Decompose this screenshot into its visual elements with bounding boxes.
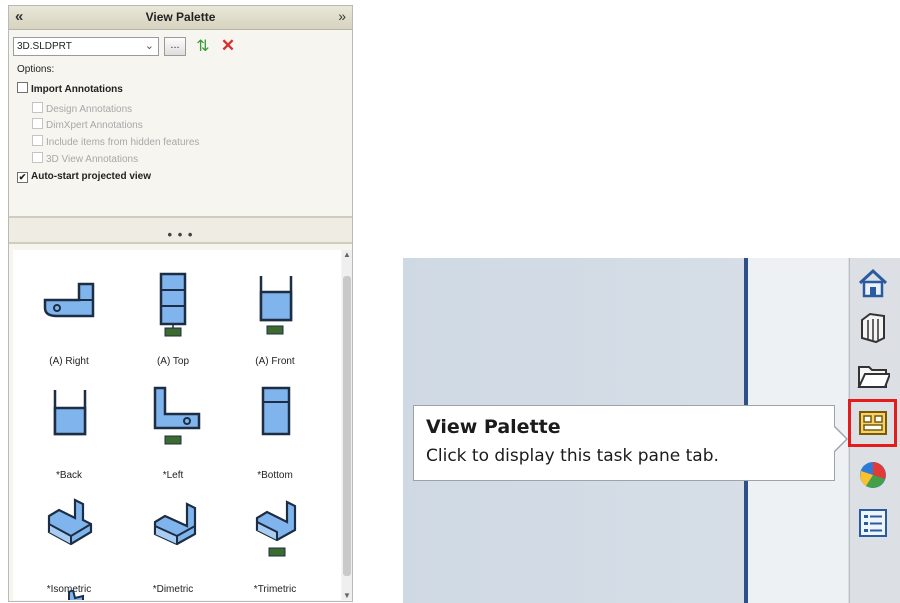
view-item-trimetric[interactable]: *Trimetric <box>225 498 325 598</box>
tooltip-title: View Palette <box>426 416 561 438</box>
view-label: (A) Top <box>156 356 190 367</box>
view-item-partial[interactable] <box>61 586 101 600</box>
view-palette-list: (A) Right (A) Top (A) Front *Back *Left … <box>13 250 341 600</box>
clear-all-icon[interactable]: ✕ <box>219 36 237 56</box>
scroll-down-icon[interactable]: ▼ <box>342 591 352 600</box>
panel-title: View Palette <box>145 10 216 24</box>
auto-start-projected-view-checkbox[interactable]: ✔ Auto-start projected view <box>17 171 151 183</box>
top-view-icon <box>159 272 187 337</box>
checkbox-box <box>32 135 43 146</box>
view-label: *Bottom <box>257 470 293 481</box>
checkbox-label: Import Annotations <box>31 84 123 95</box>
pin-icon[interactable]: » <box>338 8 346 24</box>
design-library-icon <box>861 312 885 344</box>
task-pane-screenshot: View Palette Click to display this task … <box>403 258 900 603</box>
bottom-view-icon <box>261 386 291 436</box>
tab-design-library[interactable] <box>850 306 896 346</box>
dimxpert-annotations-checkbox: DimXpert Annotations <box>32 118 143 131</box>
browse-button[interactable]: ... <box>164 37 186 56</box>
view-item-back[interactable]: *Back <box>19 384 119 484</box>
splitter-grip: • • • <box>167 227 194 242</box>
tab-custom-properties[interactable] <box>850 502 896 542</box>
view-palette-highlight <box>848 399 897 447</box>
partial-view-icon <box>68 590 84 600</box>
right-view-icon <box>43 282 95 318</box>
file-explorer-icon <box>857 366 890 388</box>
home-icon <box>858 268 888 298</box>
view-label: (A) Front <box>255 356 295 367</box>
3d-view-annotations-checkbox: 3D View Annotations <box>32 152 138 165</box>
view-label: *Back <box>55 470 83 481</box>
checkbox-label: Design Annotations <box>46 104 133 115</box>
trimetric-view-icon <box>255 500 297 557</box>
checkbox-box <box>32 118 43 129</box>
panel-titlebar: « View Palette » <box>9 6 352 30</box>
view-label: *Trimetric <box>253 584 297 595</box>
tab-appearances[interactable] <box>850 454 896 494</box>
tooltip-pointer-fill <box>834 427 846 451</box>
checkbox-label: DimXpert Annotations <box>46 120 143 131</box>
task-pane-tab-strip <box>848 258 900 603</box>
checkbox-label: Include items from hidden features <box>46 137 200 148</box>
part-select-dropdown[interactable]: 3D.SLDPRT ⌄ <box>13 37 159 56</box>
tooltip-body: Click to display this task pane tab. <box>426 446 719 466</box>
refresh-icon[interactable]: ⇅ <box>194 37 212 56</box>
chevron-down-icon[interactable]: ⌄ <box>145 39 154 52</box>
view-item-top[interactable]: (A) Top <box>123 270 223 370</box>
view-item-isometric[interactable]: *Isometric <box>19 498 119 598</box>
view-item-bottom[interactable]: *Bottom <box>225 384 325 484</box>
import-annotations-checkbox[interactable]: Import Annotations <box>17 82 123 95</box>
checkbox-box <box>32 102 43 113</box>
view-label: *Dimetric <box>152 584 194 595</box>
checkbox-label: Auto-start projected view <box>31 171 152 182</box>
part-select-value: 3D.SLDPRT <box>17 41 72 52</box>
view-label: (A) Right <box>49 356 89 367</box>
view-item-front[interactable]: (A) Front <box>225 270 325 370</box>
isometric-view-icon <box>47 498 93 546</box>
include-hidden-features-checkbox: Include items from hidden features <box>32 135 199 148</box>
view-item-left[interactable]: *Left <box>123 384 223 484</box>
left-view-icon <box>153 386 201 445</box>
scrollbar-thumb[interactable] <box>343 276 351 576</box>
checkbox-box <box>32 152 43 163</box>
custom-properties-icon <box>859 509 887 537</box>
design-annotations-checkbox: Design Annotations <box>32 102 132 115</box>
list-scrollbar[interactable]: ▲ ▼ <box>342 250 352 600</box>
view-palette-panel: « View Palette » 3D.SLDPRT ⌄ ... ⇅ ✕ Opt… <box>8 5 353 602</box>
pane-splitter[interactable]: • • • <box>9 216 352 244</box>
view-label: *Left <box>162 470 184 481</box>
front-view-icon <box>259 276 293 335</box>
dimetric-view-icon <box>153 502 197 546</box>
tab-home[interactable] <box>850 262 896 302</box>
checkmark-icon[interactable]: ✔ <box>17 172 28 183</box>
options-label: Options: <box>17 64 55 75</box>
view-item-right[interactable]: (A) Right <box>19 270 119 370</box>
back-view-icon <box>53 390 87 436</box>
checkbox-label: 3D View Annotations <box>46 154 139 165</box>
scroll-up-icon[interactable]: ▲ <box>342 250 352 259</box>
view-palette-tooltip: View Palette Click to display this task … <box>413 405 848 481</box>
view-item-dimetric[interactable]: *Dimetric <box>123 498 223 598</box>
tab-file-explorer[interactable] <box>850 354 896 394</box>
checkbox-box[interactable] <box>17 82 28 93</box>
appearances-icon <box>860 462 886 488</box>
